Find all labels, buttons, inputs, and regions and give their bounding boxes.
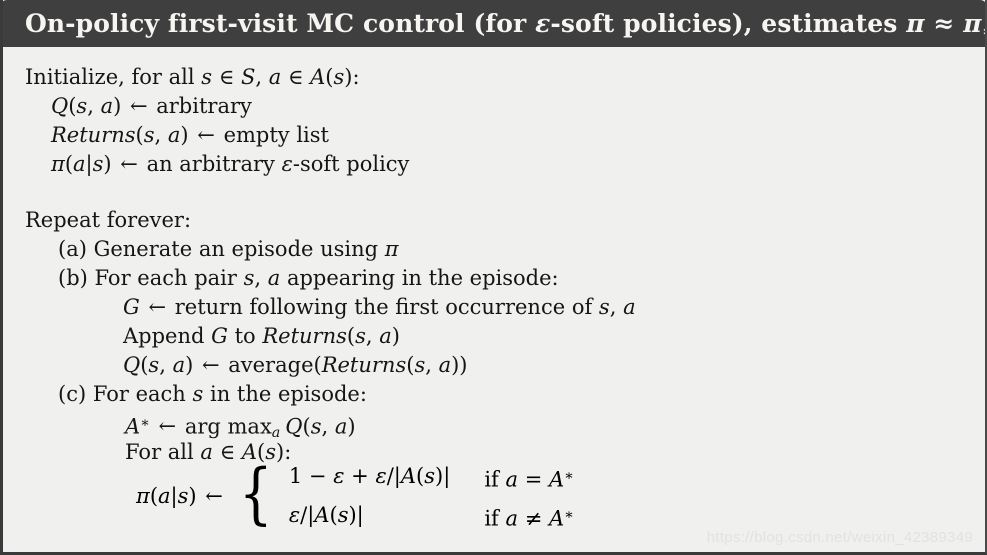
line-init-pi: π(a|s) ← an arbitrary ε-soft policy <box>51 152 410 176</box>
cases-condition-explore: if a ≠ A∗ <box>484 506 574 531</box>
cases-brace: { <box>238 455 273 532</box>
line-blank-separator <box>25 179 985 206</box>
cases-condition-greedy: if a = A∗ <box>484 467 574 492</box>
cases-value-explore: ε/|A(s)| <box>288 503 364 527</box>
line-repeat-header: Repeat forever: <box>25 208 192 232</box>
policy-update-cases: π(a|s) ← { 1 − ε + ε/|A(s)| if a = A∗ ε/… <box>136 455 574 537</box>
line-step-c-argmax: A∗ ← arg maxa Q(s, a) <box>125 414 356 441</box>
line-step-b-return: G ← return following the first occurrenc… <box>123 295 636 319</box>
line-init-returns: Returns(s, a) ← empty list <box>51 123 329 147</box>
line-step-a: (a) Generate an episode using π <box>58 237 399 261</box>
cases-left-hand-side: π(a|s) ← <box>136 484 223 508</box>
algorithm-header-bar: On-policy first-visit MC control (for ε-… <box>3 0 985 47</box>
line-initialize-header: Initialize, for all s ∈ S, a ∈ A(s): <box>25 65 360 89</box>
line-step-b-append: Append G to Returns(s, a) <box>123 324 400 348</box>
line-init-q: Q(s, a) ← arbitrary <box>51 94 252 118</box>
line-step-b-average: Q(s, a) ← average(Returns(s, a)) <box>123 353 468 377</box>
cases-grid: 1 − ε + ε/|A(s)| if a = A∗ ε/|A(s)| if a… <box>279 457 574 535</box>
watermark: https://blog.csdn.net/weixin_42389349 <box>706 529 973 546</box>
line-step-b: (b) For each pair s, a appearing in the … <box>58 266 559 290</box>
algorithm-box: On-policy first-visit MC control (for ε-… <box>0 0 987 555</box>
line-step-c: (c) For each s in the episode: <box>58 382 367 406</box>
algorithm-title: On-policy first-visit MC control (for ε-… <box>25 9 985 42</box>
cases-value-greedy: 1 − ε + ε/|A(s)| <box>288 464 451 488</box>
